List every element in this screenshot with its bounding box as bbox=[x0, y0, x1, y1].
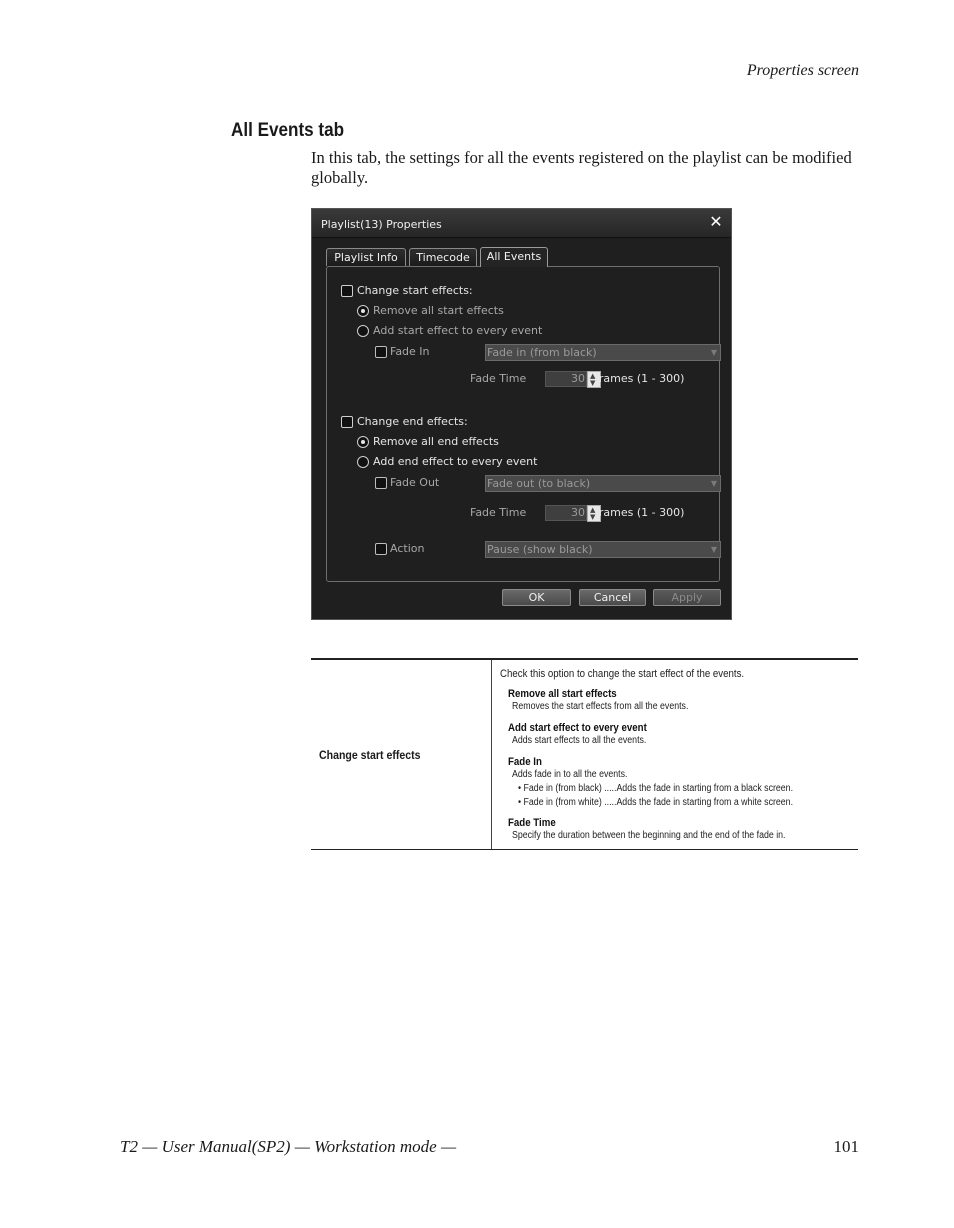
fade-out-time-label: Fade Time bbox=[470, 506, 527, 519]
fade-out-frames-label: frames (1 - 300) bbox=[595, 506, 685, 519]
item-desc: Adds start effects to all the events. bbox=[512, 735, 647, 746]
change-start-effects-checkbox[interactable] bbox=[341, 285, 353, 297]
ok-button[interactable]: OK bbox=[502, 589, 571, 606]
dialog-title: Playlist(13) Properties bbox=[321, 218, 442, 231]
description-table: Change start effects Check this option t… bbox=[311, 658, 858, 850]
fade-in-time-label: Fade Time bbox=[470, 372, 527, 385]
tab-timecode[interactable]: Timecode bbox=[409, 248, 477, 266]
table-intro: Check this option to change the start ef… bbox=[500, 668, 745, 680]
fade-in-frames-label: frames (1 - 300) bbox=[595, 372, 685, 385]
section-title: All Events tab bbox=[231, 120, 345, 141]
item-title: Remove all start effects bbox=[508, 688, 617, 700]
item-title: Add start effect to every event bbox=[508, 722, 647, 734]
apply-button[interactable]: Apply bbox=[653, 589, 721, 606]
fade-out-label: Fade Out bbox=[390, 476, 440, 489]
chevron-down-icon: ▼ bbox=[710, 545, 717, 554]
change-end-effects-label: Change end effects: bbox=[357, 415, 468, 428]
fade-in-select[interactable]: Fade in (from black) ▼ bbox=[485, 344, 721, 361]
fade-in-select-value: Fade in (from black) bbox=[487, 346, 597, 359]
tab-playlist-info[interactable]: Playlist Info bbox=[326, 248, 406, 266]
add-end-effect-label: Add end effect to every event bbox=[373, 455, 538, 468]
playlist-properties-dialog: Playlist(13) Properties ✕ Playlist Info … bbox=[311, 208, 732, 620]
close-icon[interactable]: ✕ bbox=[707, 213, 725, 231]
fade-in-label: Fade In bbox=[390, 345, 430, 358]
remove-all-end-effects-radio[interactable] bbox=[357, 436, 369, 448]
item-desc: Adds fade in to all the events. bbox=[512, 769, 628, 780]
chevron-down-icon: ▼ bbox=[710, 348, 717, 357]
intro-paragraph: In this tab, the settings for all the ev… bbox=[311, 148, 852, 187]
add-start-effect-radio[interactable] bbox=[357, 325, 369, 337]
chevron-down-icon: ▼ bbox=[710, 479, 717, 488]
item-desc: Removes the start effects from all the e… bbox=[512, 701, 689, 712]
tab-all-events[interactable]: All Events bbox=[480, 247, 548, 267]
footer-title: T2 — User Manual(SP2) — Workstation mode… bbox=[120, 1137, 457, 1156]
item-title: Fade In bbox=[508, 756, 542, 768]
action-select[interactable]: Pause (show black) ▼ bbox=[485, 541, 721, 558]
remove-all-start-effects-label: Remove all start effects bbox=[373, 304, 504, 317]
change-start-effects-label: Change start effects: bbox=[357, 284, 473, 297]
page-number: 101 bbox=[833, 1137, 860, 1156]
fade-out-checkbox[interactable] bbox=[375, 477, 387, 489]
cancel-button[interactable]: Cancel bbox=[579, 589, 646, 606]
item-bullet: • Fade in (from white) .....Adds the fad… bbox=[518, 797, 794, 808]
running-header: Properties screen bbox=[746, 62, 859, 79]
dialog-titlebar: Playlist(13) Properties ✕ bbox=[312, 209, 731, 238]
column-divider bbox=[491, 660, 492, 849]
add-start-effect-label: Add start effect to every event bbox=[373, 324, 543, 337]
fade-in-checkbox[interactable] bbox=[375, 346, 387, 358]
fade-out-select[interactable]: Fade out (to black) ▼ bbox=[485, 475, 721, 492]
action-select-value: Pause (show black) bbox=[487, 543, 593, 556]
fade-out-time-input[interactable]: 30 bbox=[545, 505, 587, 521]
item-desc: Specify the duration between the beginni… bbox=[512, 830, 786, 841]
table-term: Change start effects bbox=[319, 748, 421, 762]
item-bullet: • Fade in (from black) .....Adds the fad… bbox=[518, 783, 794, 794]
remove-all-start-effects-radio[interactable] bbox=[357, 305, 369, 317]
fade-out-select-value: Fade out (to black) bbox=[487, 477, 591, 490]
action-label: Action bbox=[390, 542, 425, 555]
change-end-effects-checkbox[interactable] bbox=[341, 416, 353, 428]
all-events-panel: Change start effects: Remove all start e… bbox=[326, 266, 721, 582]
fade-in-time-input[interactable]: 30 bbox=[545, 371, 587, 387]
add-end-effect-radio[interactable] bbox=[357, 456, 369, 468]
action-checkbox[interactable] bbox=[375, 543, 387, 555]
remove-all-end-effects-label: Remove all end effects bbox=[373, 435, 499, 448]
item-title: Fade Time bbox=[508, 817, 556, 829]
